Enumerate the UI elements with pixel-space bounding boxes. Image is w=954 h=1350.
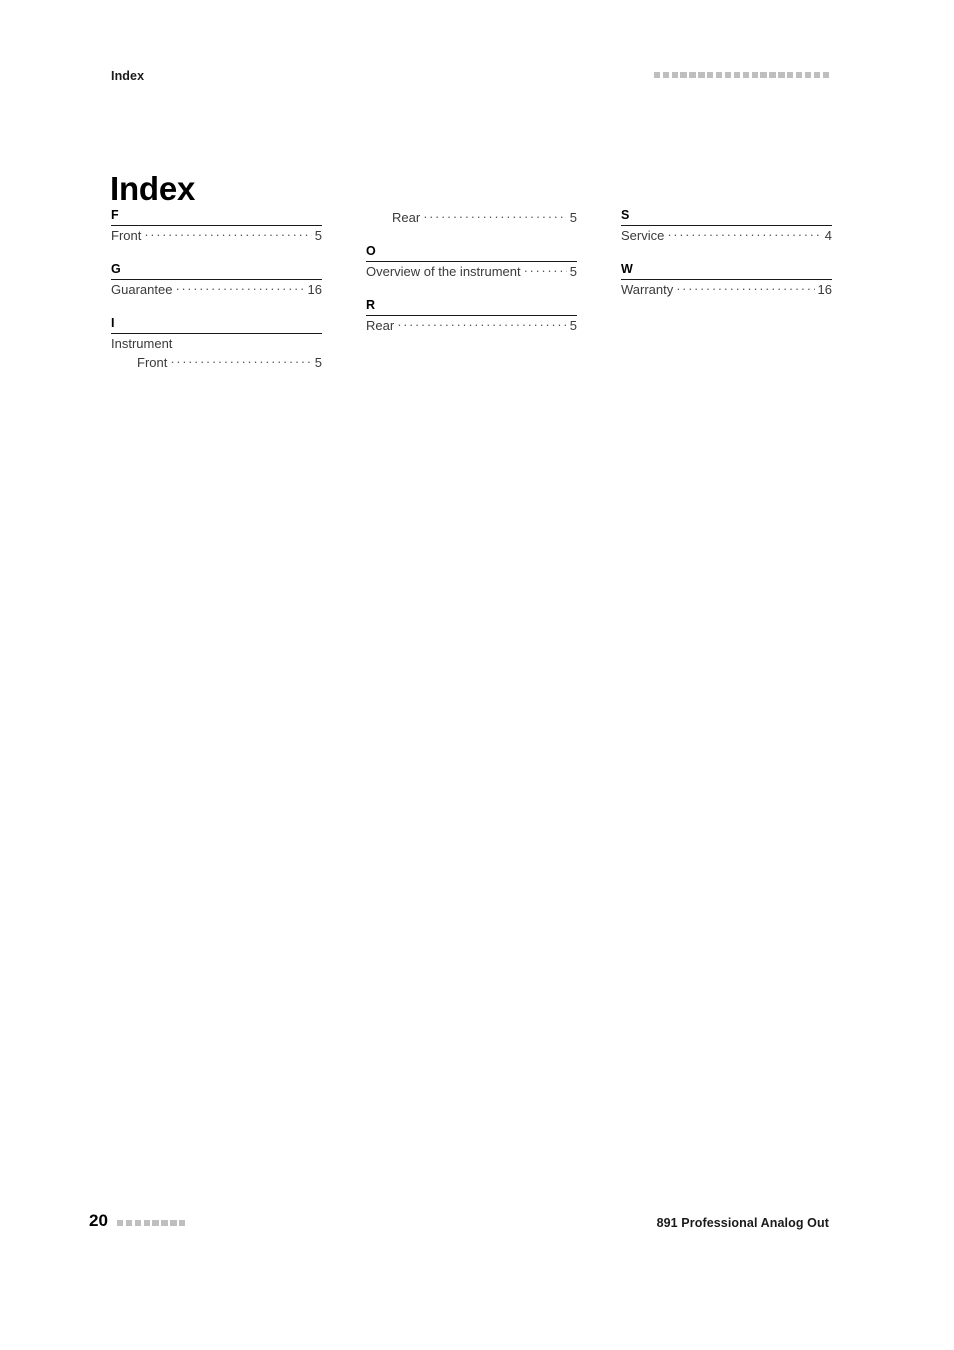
index-entry-page: 5 (569, 318, 577, 333)
index-entry-label: Rear (392, 210, 421, 225)
marker-square (680, 72, 687, 79)
marker-square (143, 1219, 150, 1227)
dot-leader: ········································… (170, 354, 312, 369)
index-letter-group-I: I Instrument Front ························… (111, 316, 322, 372)
footer-product-name: 891 Professional Analog Out (656, 1216, 829, 1230)
marker-square (760, 72, 767, 79)
index-continuation-group: Rear····································… (366, 208, 577, 227)
index-entry: Rear····································… (366, 208, 577, 227)
dot-leader: ········································… (667, 227, 822, 242)
dot-leader: ········································… (175, 281, 305, 296)
index-entry-page: 5 (569, 264, 577, 279)
marker-square (161, 1219, 168, 1227)
index-entry-page: 4 (824, 228, 832, 243)
marker-square (787, 72, 794, 79)
index-letter-group-G: GGuarantee······························… (111, 262, 322, 299)
index-entry-label: Front (111, 228, 142, 243)
index-letter-heading: I (111, 316, 322, 334)
running-header: Index (111, 68, 843, 90)
index-entry-page: 5 (314, 355, 322, 370)
marker-square (813, 72, 821, 79)
header-marker-squares (653, 72, 829, 79)
index-entry: Guarantee·······························… (111, 280, 322, 299)
marker-square (804, 72, 812, 79)
running-header-title: Index (111, 69, 145, 83)
index-column-2: Rear····································… (366, 208, 577, 389)
marker-square (796, 72, 803, 79)
index-letter-heading: R (366, 298, 577, 316)
marker-square (116, 1219, 124, 1227)
marker-square (662, 72, 669, 79)
index-entry: Overview of the instrument··············… (366, 262, 577, 281)
index-column-3: SService································… (621, 208, 832, 389)
footer-left: 20 (89, 1211, 186, 1230)
marker-square (125, 1219, 133, 1227)
footer-marker-squares (116, 1219, 186, 1227)
index-letter-heading: G (111, 262, 322, 280)
marker-square (822, 72, 829, 79)
dot-leader: ········································… (423, 209, 567, 224)
page-footer: 20 891 Professional Analog Out (89, 1212, 843, 1236)
index-entry: Rear····································… (366, 316, 577, 335)
index-entry-page: 16 (817, 282, 832, 297)
marker-square (698, 72, 705, 79)
index-column-1: FFront··································… (111, 208, 322, 389)
index-columns: FFront··································… (111, 208, 832, 389)
index-letter-heading: O (366, 244, 577, 262)
marker-square (134, 1219, 141, 1227)
marker-square (653, 72, 661, 79)
index-entry-label: Guarantee (111, 282, 173, 297)
index-letter-heading: W (621, 262, 832, 280)
index-letter-group-W: WWarranty·······························… (621, 262, 832, 299)
index-entry-label: Overview of the instrument (366, 264, 521, 279)
index-letter-group-F: FFront··································… (111, 208, 322, 245)
index-entry-label: Instrument (111, 336, 173, 351)
marker-square (769, 72, 776, 79)
dot-leader: ········································… (144, 227, 311, 242)
document-page: Index Index F Front ······················… (0, 0, 954, 1350)
index-letter-group-R: RRear···································… (366, 298, 577, 335)
marker-square (716, 72, 723, 79)
marker-square (733, 72, 741, 79)
marker-square (724, 72, 732, 79)
index-entry: Front···································… (111, 353, 322, 372)
index-entry-page: 16 (307, 282, 322, 297)
marker-square (751, 72, 758, 79)
index-letter-heading: S (621, 208, 832, 226)
index-entry-label: Service (621, 228, 665, 243)
page-title: Index (110, 170, 196, 208)
marker-square (707, 72, 714, 79)
index-entry-label: Warranty (621, 282, 674, 297)
marker-square (778, 72, 785, 79)
dot-leader: ········································… (523, 263, 567, 278)
index-entry-label: Rear (366, 318, 395, 333)
marker-square (152, 1219, 159, 1227)
index-entry: Warranty································… (621, 280, 832, 299)
marker-square (179, 1219, 186, 1227)
page-number: 20 (89, 1211, 108, 1230)
index-entry-page: 5 (314, 228, 322, 243)
marker-square (689, 72, 696, 79)
marker-square (671, 72, 678, 79)
index-letter-heading: F (111, 208, 322, 226)
index-letter-group-O: OOverview of the instrument·············… (366, 244, 577, 281)
index-letter-group-S: SService································… (621, 208, 832, 245)
index-entry: Front···································… (111, 226, 322, 245)
index-entry: Instrument (111, 334, 322, 353)
marker-square (170, 1219, 177, 1227)
index-entry-page: 5 (569, 210, 577, 225)
dot-leader: ········································… (676, 281, 814, 296)
marker-square (742, 72, 749, 79)
dot-leader: ········································… (397, 317, 567, 332)
index-entry: Service·································… (621, 226, 832, 245)
index-entry-label: Front (137, 355, 168, 370)
